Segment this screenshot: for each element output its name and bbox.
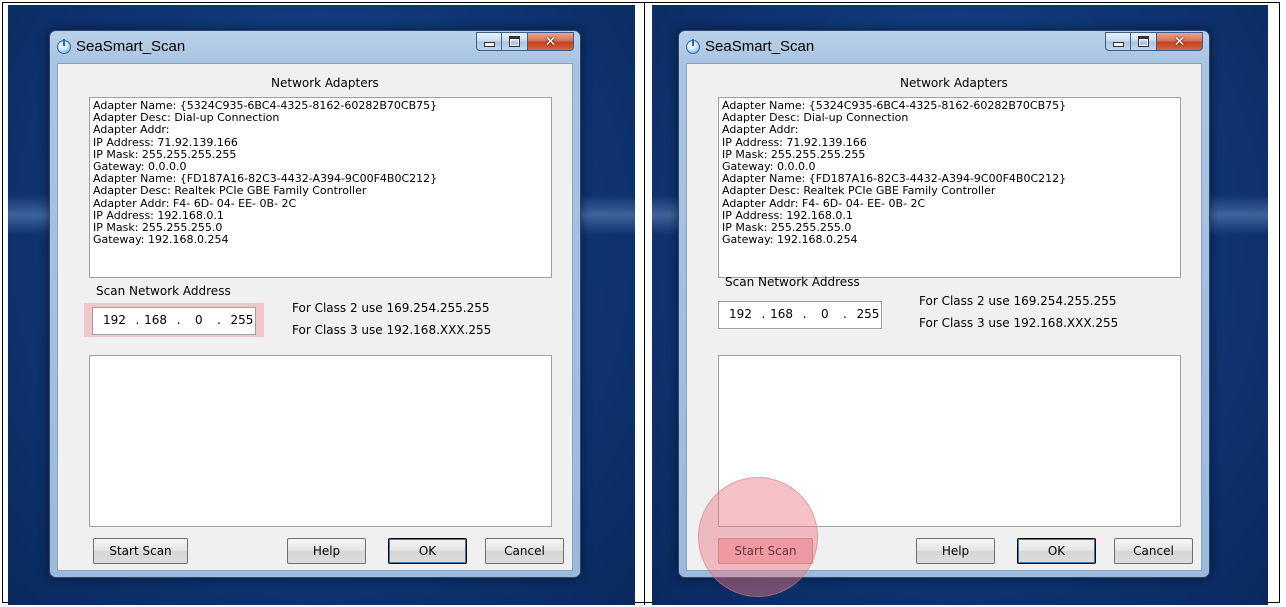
start-scan-button[interactable]: Start Scan <box>93 538 188 564</box>
minimize-button[interactable] <box>476 32 502 51</box>
power-icon <box>686 39 700 54</box>
click-indicator <box>698 477 818 597</box>
dialog-client-area: Network Adapters Adapter Name: {5324C935… <box>57 63 573 571</box>
adapter-line: Adapter Addr: <box>722 123 799 137</box>
adapter-line: IP Address: 71.92.139.166 <box>93 135 238 149</box>
power-icon <box>57 39 71 54</box>
minimize-icon <box>483 42 495 47</box>
help-button[interactable]: Help <box>287 538 366 564</box>
class-2-hint: For Class 2 use 169.254.255.255 <box>919 294 1117 308</box>
window-controls: ✕ <box>476 32 574 51</box>
panel-divider <box>644 2 645 605</box>
window-title: SeaSmart_Scan <box>76 38 186 55</box>
minimize-button[interactable] <box>1105 32 1131 51</box>
class-3-hint: For Class 3 use 192.168.XXX.255 <box>292 323 492 337</box>
help-button[interactable]: Help <box>916 538 995 564</box>
close-button[interactable]: ✕ <box>1157 32 1203 51</box>
class-2-hint: For Class 2 use 169.254.255.255 <box>292 301 490 315</box>
ok-button[interactable]: OK <box>388 538 467 564</box>
maximize-button[interactable] <box>502 32 528 51</box>
network-adapters-label: Network Adapters <box>900 76 1008 90</box>
adapter-line: Adapter Addr: <box>93 123 170 137</box>
ok-button[interactable]: OK <box>1017 538 1096 564</box>
close-icon: ✕ <box>1173 33 1186 50</box>
adapter-line: Adapter Addr: F4- 6D- 04- EE- 0B- 2C <box>722 196 926 210</box>
seasmart-scan-window: SeaSmart_Scan ✕ Network Adapters Adapter… <box>49 30 581 578</box>
close-button[interactable]: ✕ <box>528 32 574 51</box>
ip-address-field[interactable]: 192 . 168 . 0 . 255 <box>718 301 882 329</box>
scan-network-address-label: Scan Network Address <box>725 275 860 289</box>
left-panel: SeaSmart_Scan ✕ Network Adapters Adapter… <box>8 5 635 605</box>
cancel-button[interactable]: Cancel <box>485 538 564 564</box>
maximize-icon <box>1138 36 1149 47</box>
close-icon: ✕ <box>544 33 557 50</box>
maximize-button[interactable] <box>1131 32 1157 51</box>
scan-network-address-label: Scan Network Address <box>96 284 231 298</box>
class-3-hint: For Class 3 use 192.168.XXX.255 <box>919 316 1119 330</box>
network-adapters-label: Network Adapters <box>271 76 379 90</box>
adapters-list[interactable]: Adapter Name: {5324C935-6BC4-4325-8162-6… <box>718 97 1181 278</box>
title-bar[interactable]: SeaSmart_Scan ✕ <box>679 31 1209 63</box>
window-controls: ✕ <box>1105 32 1203 51</box>
adapter-line: Gateway: 192.168.0.254 <box>93 233 229 247</box>
cancel-button[interactable]: Cancel <box>1114 538 1193 564</box>
adapter-line: Gateway: 192.168.0.254 <box>722 233 858 247</box>
adapter-line: Adapter Addr: F4- 6D- 04- EE- 0B- 2C <box>93 196 297 210</box>
right-panel: SeaSmart_Scan ✕ Network Adapters Adapter… <box>652 5 1268 605</box>
ip-address-field[interactable]: 192 . 168 . 0 . 255 <box>92 307 256 335</box>
title-bar[interactable]: SeaSmart_Scan ✕ <box>50 31 580 63</box>
minimize-icon <box>1112 42 1124 47</box>
adapter-line: Adapter Desc: Realtek PCIe GBE Family Co… <box>722 184 996 198</box>
adapter-line: Adapter Desc: Realtek PCIe GBE Family Co… <box>93 184 367 198</box>
scan-results-box[interactable] <box>89 355 552 527</box>
adapter-line: IP Address: 71.92.139.166 <box>722 135 867 149</box>
maximize-icon <box>509 36 520 47</box>
window-title: SeaSmart_Scan <box>705 38 815 55</box>
adapters-list[interactable]: Adapter Name: {5324C935-6BC4-4325-8162-6… <box>89 97 552 278</box>
